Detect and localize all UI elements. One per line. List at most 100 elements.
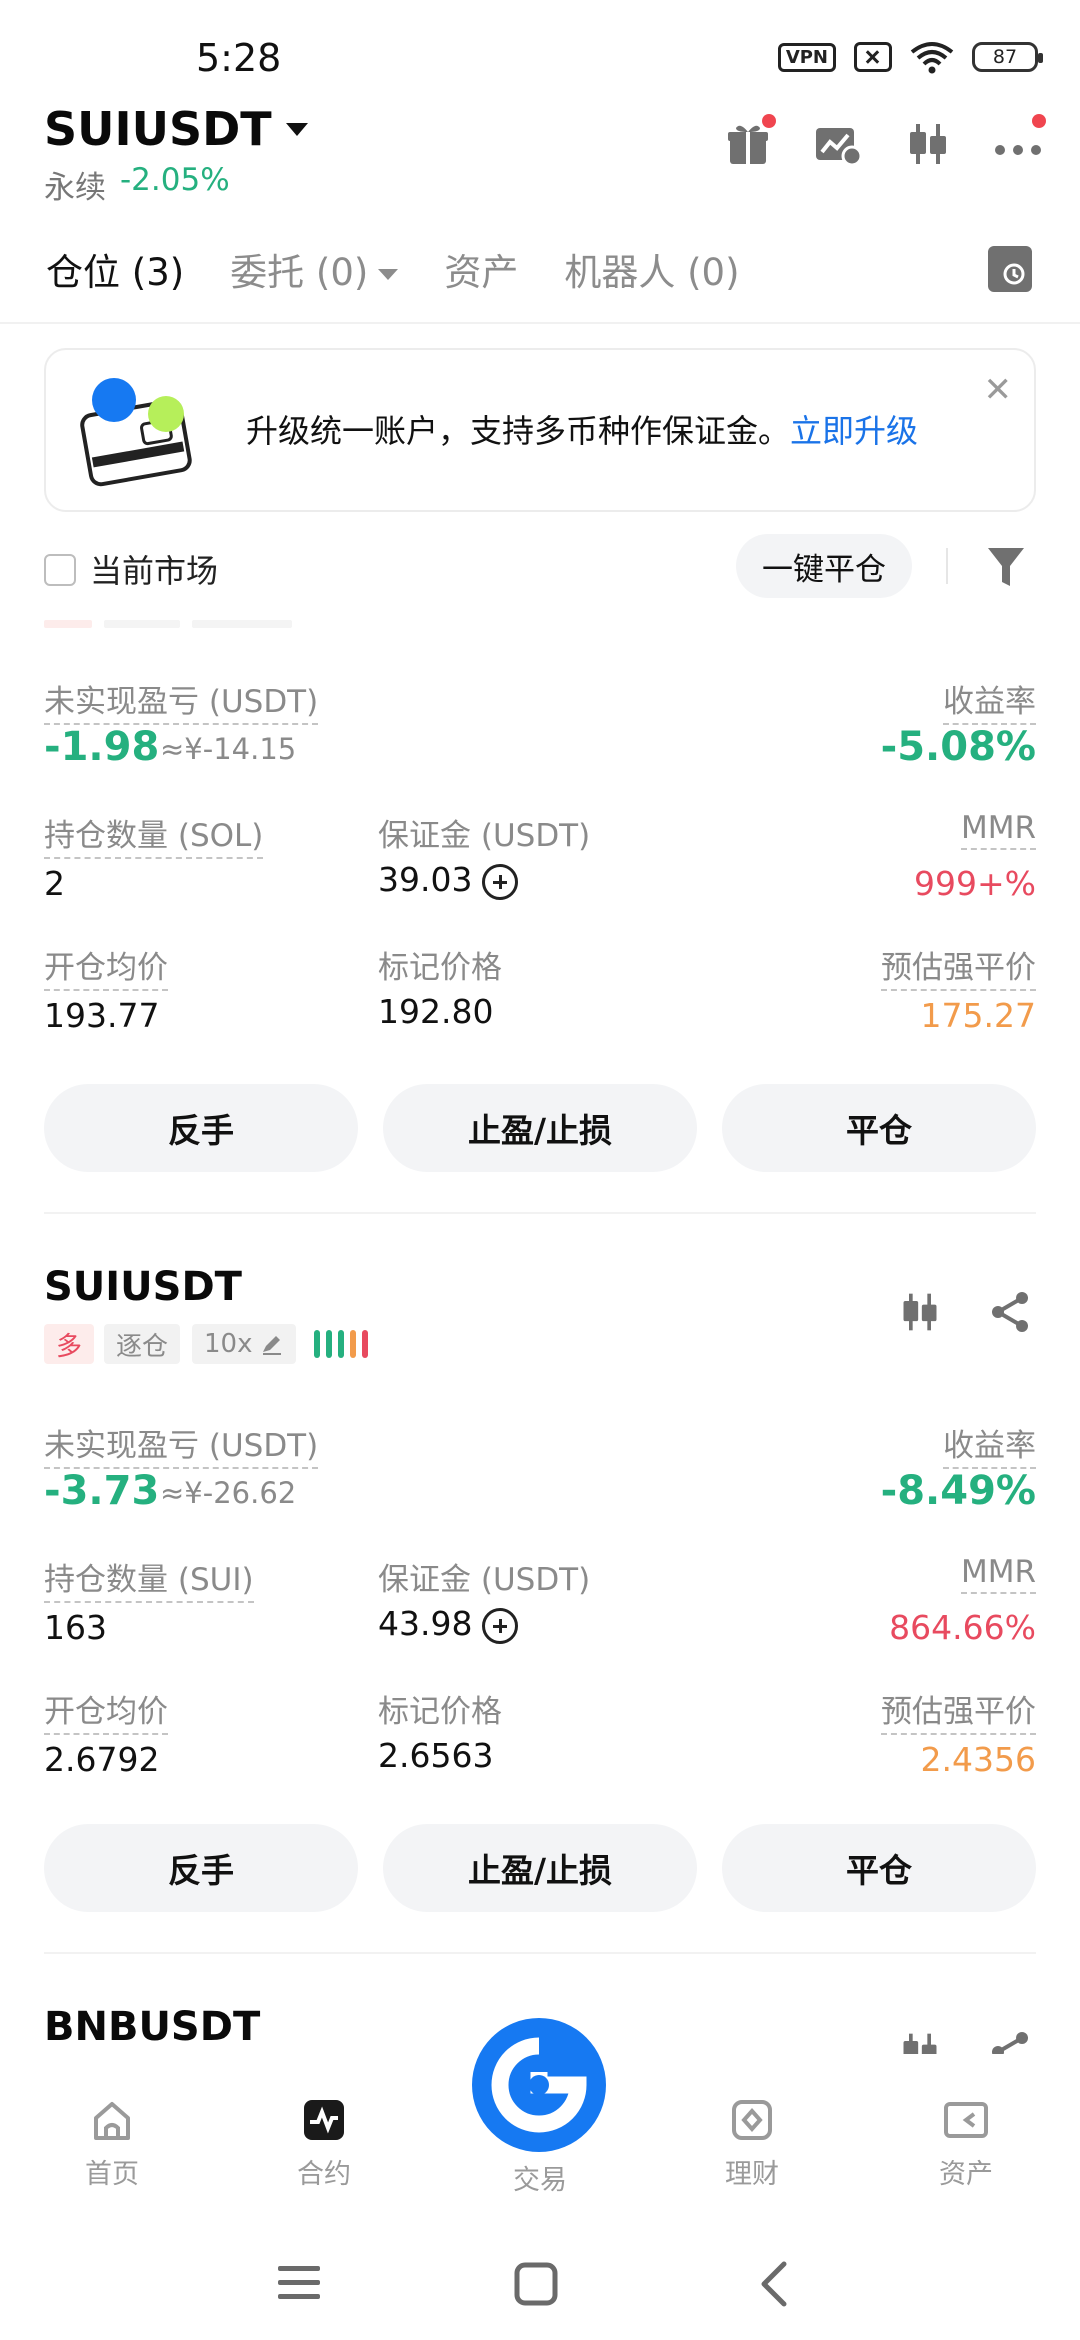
- wallet-illustration-icon: [74, 368, 204, 498]
- nav-trade-label: 交易: [513, 2165, 567, 2196]
- pair-name: SUIUSDT: [44, 102, 272, 156]
- side-tag-fragment: [44, 620, 92, 628]
- menu-icon[interactable]: [278, 2264, 320, 2302]
- card-actions: [898, 2030, 1032, 2054]
- unrealized-pnl-label: 未实现盈亏 (USDT): [44, 676, 319, 725]
- header-actions: [724, 114, 1046, 168]
- margin-label: 保证金 (USDT): [378, 818, 591, 854]
- futures-icon: [304, 2100, 344, 2140]
- margin-mode-badge: 逐仓: [104, 1324, 181, 1364]
- tag-fragment: [104, 620, 180, 628]
- tab-assets[interactable]: 资产: [444, 242, 518, 296]
- add-margin-icon[interactable]: [482, 863, 519, 900]
- price-change: -2.05%: [120, 162, 230, 198]
- tag-fragment: [192, 620, 292, 628]
- candlestick-icon[interactable]: [898, 1290, 942, 1334]
- position-size-label: 持仓数量 (SUI): [44, 1554, 254, 1603]
- nav-assets[interactable]: 资产: [896, 2098, 1036, 2191]
- margin-value: 43.98: [378, 1604, 473, 1643]
- unrealized-pnl-value: -1.98: [44, 724, 160, 770]
- pnl-cny-value: ≈¥-26.62: [160, 1476, 297, 1510]
- nav-earn-label: 理财: [725, 2159, 779, 2190]
- leverage-badge[interactable]: 10x: [192, 1324, 297, 1364]
- margin-value-group: 43.98: [378, 1604, 519, 1644]
- current-market-label: 当前市场: [90, 552, 219, 590]
- vpn-icon: VPN: [777, 42, 836, 72]
- roe-value: -8.49%: [880, 1468, 1036, 1514]
- upgrade-link[interactable]: 立即升级: [790, 412, 918, 450]
- nav-earn[interactable]: 理财: [682, 2098, 822, 2191]
- status-icons: VPN 87: [777, 40, 1043, 74]
- earn-icon: [732, 2100, 772, 2140]
- mmr-value: 864.66%: [889, 1608, 1036, 1647]
- tab-orders[interactable]: 委托 (0): [230, 242, 399, 296]
- close-all-button[interactable]: 一键平仓: [736, 534, 912, 598]
- roe-value: -5.08%: [880, 724, 1036, 770]
- nav-futures-label: 合约: [297, 2159, 351, 2190]
- banner-text: 升级统一账户，支持多币种作保证金。: [246, 412, 791, 450]
- adl-indicator: [314, 1330, 368, 1358]
- position-symbol: SUIUSDT: [44, 1264, 242, 1310]
- entry-price-value: 193.77: [44, 996, 160, 1035]
- tpsl-button[interactable]: 止盈/止损: [383, 1084, 697, 1172]
- filter-icon[interactable]: [986, 544, 1026, 594]
- home-icon: [94, 2102, 130, 2140]
- nav-home[interactable]: 首页: [42, 2098, 182, 2191]
- current-market-checkbox[interactable]: [44, 554, 76, 586]
- position-size-label: 持仓数量 (SOL): [44, 810, 264, 859]
- share-icon[interactable]: [988, 2030, 1032, 2054]
- tab-positions[interactable]: 仓位 (3): [46, 242, 184, 296]
- battery-icon: 87: [972, 42, 1043, 72]
- nav-assets-label: 资产: [939, 2159, 993, 2190]
- mark-price-label: 标记价格: [378, 950, 502, 986]
- home-square-icon[interactable]: [514, 2262, 558, 2306]
- tab-orders-label: 委托 (0): [230, 251, 369, 294]
- mark-price-value: 2.6563: [378, 1736, 494, 1775]
- unrealized-pnl-value: -3.73: [44, 1468, 160, 1514]
- card-divider: [44, 1212, 1036, 1214]
- reverse-button[interactable]: 反手: [44, 1824, 358, 1912]
- history-doc-icon[interactable]: [988, 246, 1032, 292]
- roe-label: 收益率: [943, 676, 1036, 725]
- back-icon[interactable]: [758, 2260, 788, 2308]
- unrealized-pnl-label: 未实现盈亏 (USDT): [44, 1420, 319, 1469]
- candlestick-icon[interactable]: [898, 2030, 942, 2054]
- share-icon[interactable]: [988, 1290, 1032, 1334]
- contract-type: 永续: [44, 170, 106, 206]
- chevron-down-icon: [285, 122, 308, 136]
- mark-price-label: 标记价格: [378, 1694, 502, 1730]
- status-time: 5:28: [196, 36, 282, 80]
- card-actions: [898, 1290, 1032, 1334]
- liq-price-value: 2.4356: [920, 1740, 1036, 1779]
- edit-icon: [263, 1336, 282, 1355]
- close-icon[interactable]: ✕: [984, 370, 1013, 410]
- mmr-value: 999+%: [914, 864, 1036, 903]
- close-position-button[interactable]: 平仓: [722, 1084, 1036, 1172]
- trade-button[interactable]: [472, 2018, 606, 2152]
- nav-futures[interactable]: 合约: [254, 2098, 394, 2191]
- no-sim-icon: [854, 42, 892, 72]
- leverage-value: 10x: [204, 1329, 253, 1359]
- pair-selector[interactable]: SUIUSDT: [44, 102, 308, 156]
- chart-settings-icon[interactable]: [814, 120, 863, 168]
- nav-home-label: 首页: [85, 2159, 139, 2190]
- more-icon[interactable]: [994, 114, 1046, 168]
- trade-icon: [491, 2037, 587, 2133]
- tab-bots[interactable]: 机器人 (0): [564, 242, 739, 296]
- pair-subtitle: 永续 -2.05%: [44, 162, 230, 207]
- tpsl-button[interactable]: 止盈/止损: [383, 1824, 697, 1912]
- notification-dot: [762, 114, 776, 128]
- reverse-button[interactable]: 反手: [44, 1084, 358, 1172]
- entry-price-label: 开仓均价: [44, 1686, 168, 1735]
- margin-label: 保证金 (USDT): [378, 1562, 591, 1598]
- mark-price-value: 192.80: [378, 992, 494, 1031]
- pnl-cny-value: ≈¥-14.15: [160, 732, 297, 766]
- roe-label: 收益率: [943, 1420, 1036, 1469]
- add-margin-icon[interactable]: [482, 1607, 519, 1644]
- position-card: SUIUSDT 多 逐仓 10x 未实现盈亏 (USDT) 收益率 -3.73 …: [0, 1254, 1080, 1954]
- candlestick-icon[interactable]: [904, 120, 952, 168]
- close-position-button[interactable]: 平仓: [722, 1824, 1036, 1912]
- entry-price-value: 2.6792: [44, 1740, 160, 1779]
- gift-icon[interactable]: [724, 114, 776, 168]
- liq-price-label: 预估强平价: [881, 1686, 1036, 1735]
